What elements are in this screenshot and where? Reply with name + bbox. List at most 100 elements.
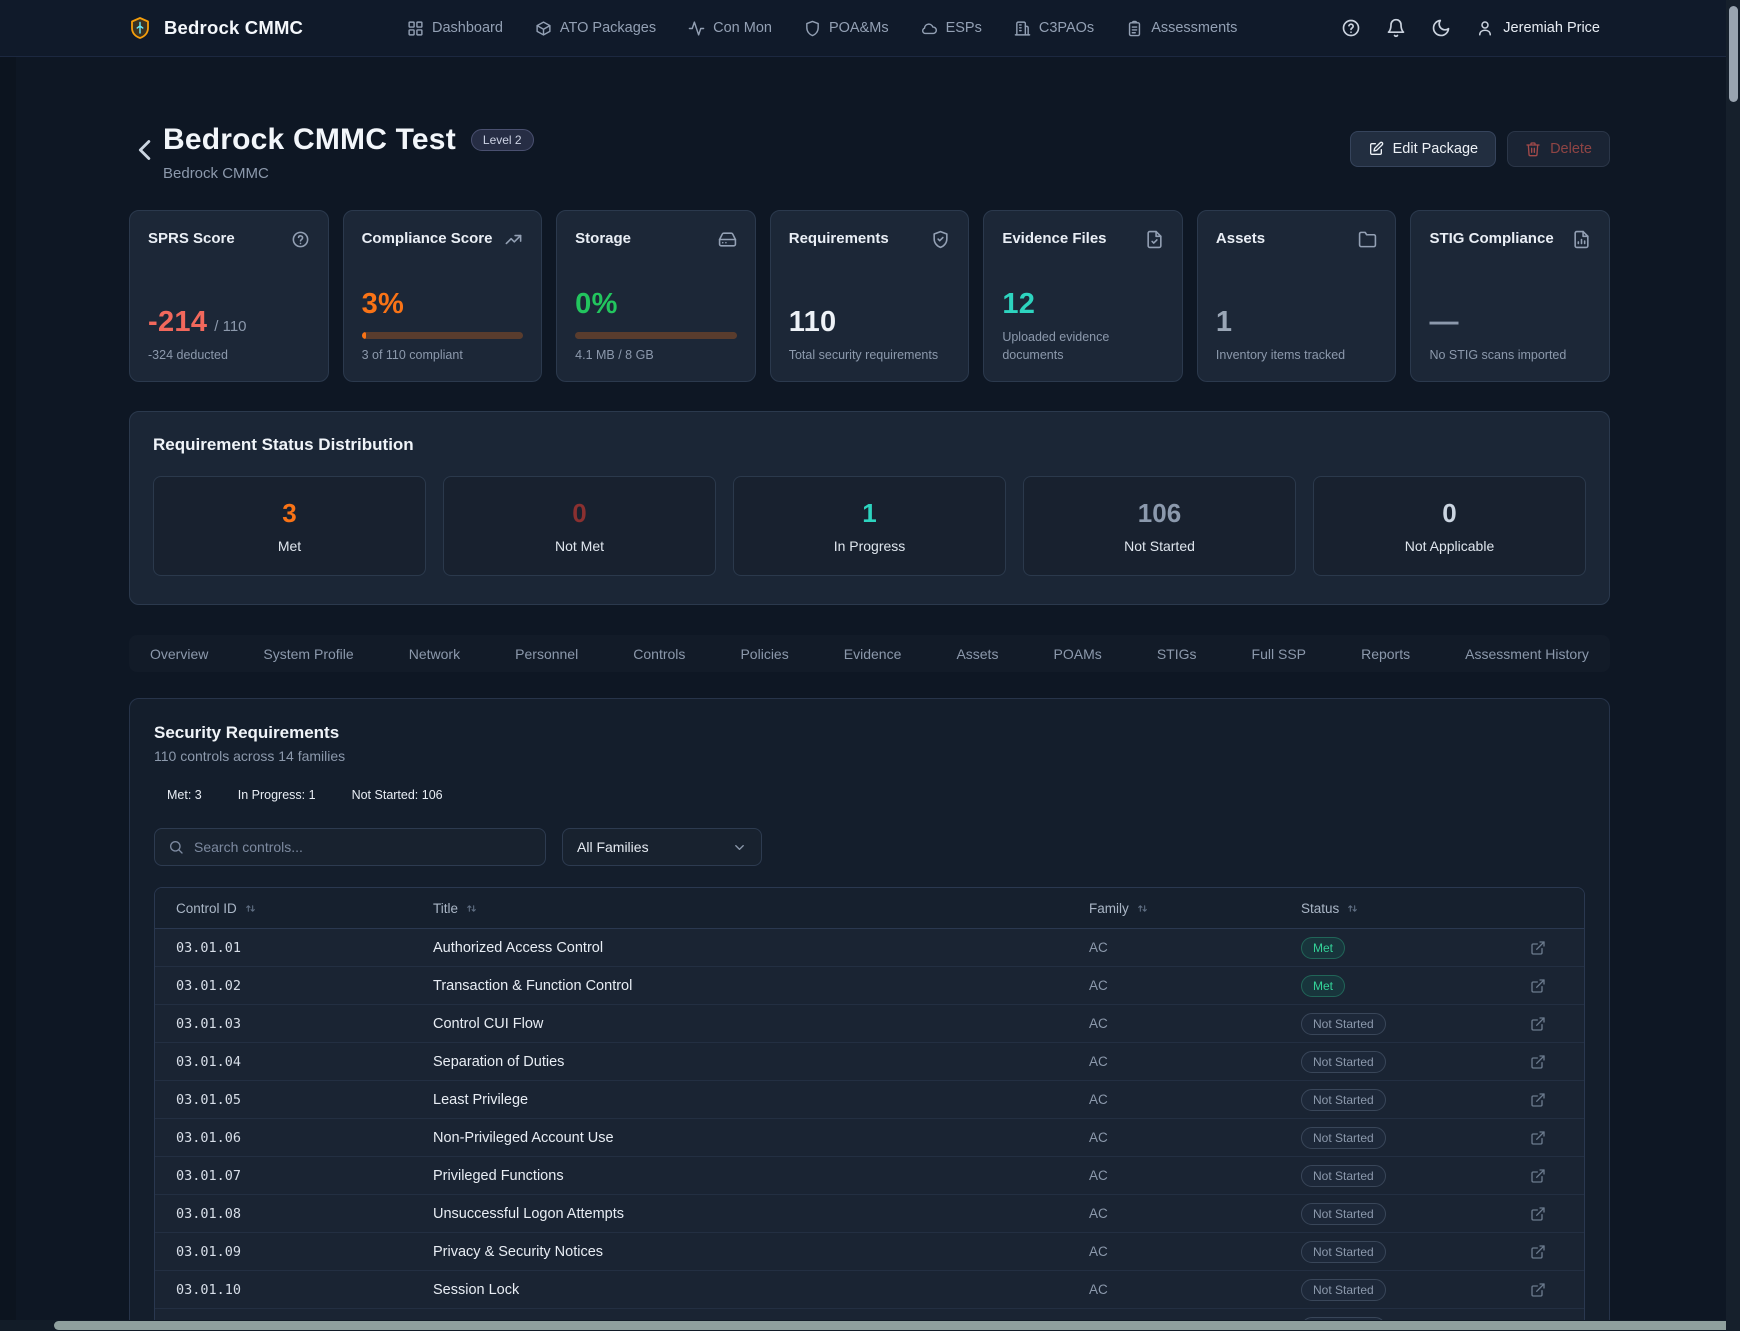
trash-icon bbox=[1525, 141, 1541, 157]
control-id-cell: 03.01.06 bbox=[155, 1130, 433, 1146]
column-header-family[interactable]: Family bbox=[1089, 901, 1301, 916]
external-link-icon[interactable] bbox=[1530, 978, 1546, 994]
control-link-cell bbox=[1530, 1016, 1584, 1032]
external-link-icon[interactable] bbox=[1530, 1054, 1546, 1070]
table-row[interactable]: 03.01.01 Authorized Access Control AC Me… bbox=[155, 929, 1584, 967]
control-title-cell: Privacy & Security Notices bbox=[433, 1244, 1089, 1260]
controls-table: Control ID Title Family Status bbox=[154, 887, 1585, 1331]
control-title-cell: Session Lock bbox=[433, 1282, 1089, 1298]
nav-item-label: C3PAOs bbox=[1039, 20, 1094, 36]
nav-item[interactable]: Dashboard bbox=[394, 12, 516, 45]
tab[interactable]: Evidence bbox=[830, 639, 916, 669]
user-menu[interactable]: Jeremiah Price bbox=[1476, 19, 1600, 37]
table-row[interactable]: 03.01.06 Non-Privileged Account Use AC N… bbox=[155, 1119, 1584, 1157]
tab[interactable]: POAMs bbox=[1040, 639, 1116, 669]
nav-item-label: Con Mon bbox=[713, 20, 772, 36]
external-link-icon[interactable] bbox=[1530, 1016, 1546, 1032]
table-row[interactable]: 03.01.09 Privacy & Security Notices AC N… bbox=[155, 1233, 1584, 1271]
table-row[interactable]: 03.01.05 Least Privilege AC Not Started bbox=[155, 1081, 1584, 1119]
control-family-cell: AC bbox=[1089, 940, 1301, 955]
stat-card: Requirements 110 Total security requirem… bbox=[770, 210, 970, 382]
column-header-status[interactable]: Status bbox=[1301, 901, 1530, 916]
package-tabs: Overview System Profile Network Personnel Co… bbox=[129, 635, 1610, 672]
status-badge: Met bbox=[1301, 975, 1345, 997]
tab[interactable]: Full SSP bbox=[1238, 639, 1320, 669]
control-id-cell: 03.01.04 bbox=[155, 1054, 433, 1070]
external-link-icon[interactable] bbox=[1530, 1206, 1546, 1222]
nav-item[interactable]: Con Mon bbox=[675, 12, 785, 45]
external-link-icon[interactable] bbox=[1530, 1168, 1546, 1184]
status-badge: Met bbox=[1301, 937, 1345, 959]
tab[interactable]: System Profile bbox=[249, 639, 367, 669]
external-link-icon[interactable] bbox=[1530, 1092, 1546, 1108]
header-actions: Edit Package Delete bbox=[1350, 131, 1610, 167]
stat-card: Evidence Files 12 Uploaded evidence docu… bbox=[983, 210, 1183, 382]
column-header-control-id[interactable]: Control ID bbox=[155, 901, 433, 916]
shield-check-icon bbox=[931, 230, 950, 249]
nav-item[interactable]: C3PAOs bbox=[1001, 12, 1107, 45]
vertical-scrollbar-thumb[interactable] bbox=[1729, 6, 1738, 102]
back-chevron-icon[interactable] bbox=[129, 133, 163, 167]
table-row[interactable]: 03.01.02 Transaction & Function Control … bbox=[155, 967, 1584, 1005]
title-block: Bedrock CMMC Test Level 2 Bedrock CMMC bbox=[163, 123, 534, 182]
tab[interactable]: Network bbox=[395, 639, 474, 669]
delete-button[interactable]: Delete bbox=[1507, 131, 1610, 167]
external-link-icon[interactable] bbox=[1530, 1244, 1546, 1260]
notifications-bell-icon[interactable] bbox=[1386, 18, 1406, 38]
external-link-icon[interactable] bbox=[1530, 1282, 1546, 1298]
edit-package-button[interactable]: Edit Package bbox=[1350, 131, 1496, 167]
nav-item[interactable]: POA&Ms bbox=[791, 12, 902, 45]
stat-card-title: Requirements bbox=[789, 230, 889, 247]
status-box-label: Not Started bbox=[1124, 538, 1195, 554]
table-row[interactable]: 03.01.10 Session Lock AC Not Started bbox=[155, 1271, 1584, 1309]
tab[interactable]: Overview bbox=[136, 639, 222, 669]
control-id-cell: 03.01.02 bbox=[155, 978, 433, 994]
status-box-value: 0 bbox=[1442, 498, 1456, 529]
brand[interactable]: Bedrock CMMC bbox=[128, 16, 303, 40]
horizontal-scrollbar[interactable] bbox=[0, 1320, 1740, 1331]
search-input[interactable] bbox=[194, 839, 532, 855]
progress-bar bbox=[575, 332, 737, 339]
sort-icon bbox=[465, 902, 478, 915]
external-link-icon[interactable] bbox=[1530, 1130, 1546, 1146]
horizontal-scrollbar-thumb[interactable] bbox=[54, 1321, 1734, 1330]
external-link-icon[interactable] bbox=[1530, 940, 1546, 956]
control-id-cell: 03.01.07 bbox=[155, 1168, 433, 1184]
table-row[interactable]: 03.01.08 Unsuccessful Logon Attempts AC … bbox=[155, 1195, 1584, 1233]
table-row[interactable]: 03.01.03 Control CUI Flow AC Not Started bbox=[155, 1005, 1584, 1043]
tab[interactable]: Assets bbox=[942, 639, 1012, 669]
help-icon[interactable] bbox=[1341, 18, 1361, 38]
stat-card: STIG Compliance — No STIG scans imported bbox=[1410, 210, 1610, 382]
control-status-cell: Not Started bbox=[1301, 1279, 1530, 1301]
tab[interactable]: Controls bbox=[619, 639, 699, 669]
column-header-title[interactable]: Title bbox=[433, 901, 1089, 916]
control-status-cell: Not Started bbox=[1301, 1127, 1530, 1149]
family-filter-select[interactable]: All Families bbox=[562, 828, 762, 866]
tab[interactable]: Policies bbox=[726, 639, 802, 669]
theme-moon-icon[interactable] bbox=[1431, 18, 1451, 38]
tab[interactable]: Assessment History bbox=[1451, 639, 1603, 669]
user-icon bbox=[1476, 19, 1494, 37]
control-family-cell: AC bbox=[1089, 978, 1301, 993]
tab[interactable]: Personnel bbox=[501, 639, 592, 669]
control-title-cell: Privileged Functions bbox=[433, 1168, 1089, 1184]
nav-item-label: ATO Packages bbox=[560, 20, 656, 36]
control-status-cell: Met bbox=[1301, 937, 1530, 959]
tab[interactable]: STIGs bbox=[1143, 639, 1211, 669]
vertical-scrollbar[interactable] bbox=[1726, 0, 1740, 1331]
status-box-label: Not Applicable bbox=[1405, 538, 1495, 554]
nav-item[interactable]: ESPs bbox=[908, 12, 995, 45]
control-id-cell: 03.01.10 bbox=[155, 1282, 433, 1298]
control-id-cell: 03.01.08 bbox=[155, 1206, 433, 1222]
top-navbar: Bedrock CMMC Dashboard ATO Packages Con … bbox=[0, 0, 1740, 57]
table-row[interactable]: 03.01.07 Privileged Functions AC Not Sta… bbox=[155, 1157, 1584, 1195]
nav-item[interactable]: Assessments bbox=[1113, 12, 1250, 45]
nav-item[interactable]: ATO Packages bbox=[522, 12, 669, 45]
table-row[interactable]: 03.01.04 Separation of Duties AC Not Sta… bbox=[155, 1043, 1584, 1081]
status-box: 106 Not Started bbox=[1023, 476, 1296, 576]
stat-card-value: 1 bbox=[1216, 306, 1232, 339]
stat-card-value: — bbox=[1429, 306, 1458, 339]
tab[interactable]: Reports bbox=[1347, 639, 1424, 669]
stat-card-subtext: Total security requirements bbox=[789, 347, 951, 365]
status-badge: Not Started bbox=[1301, 1279, 1386, 1301]
